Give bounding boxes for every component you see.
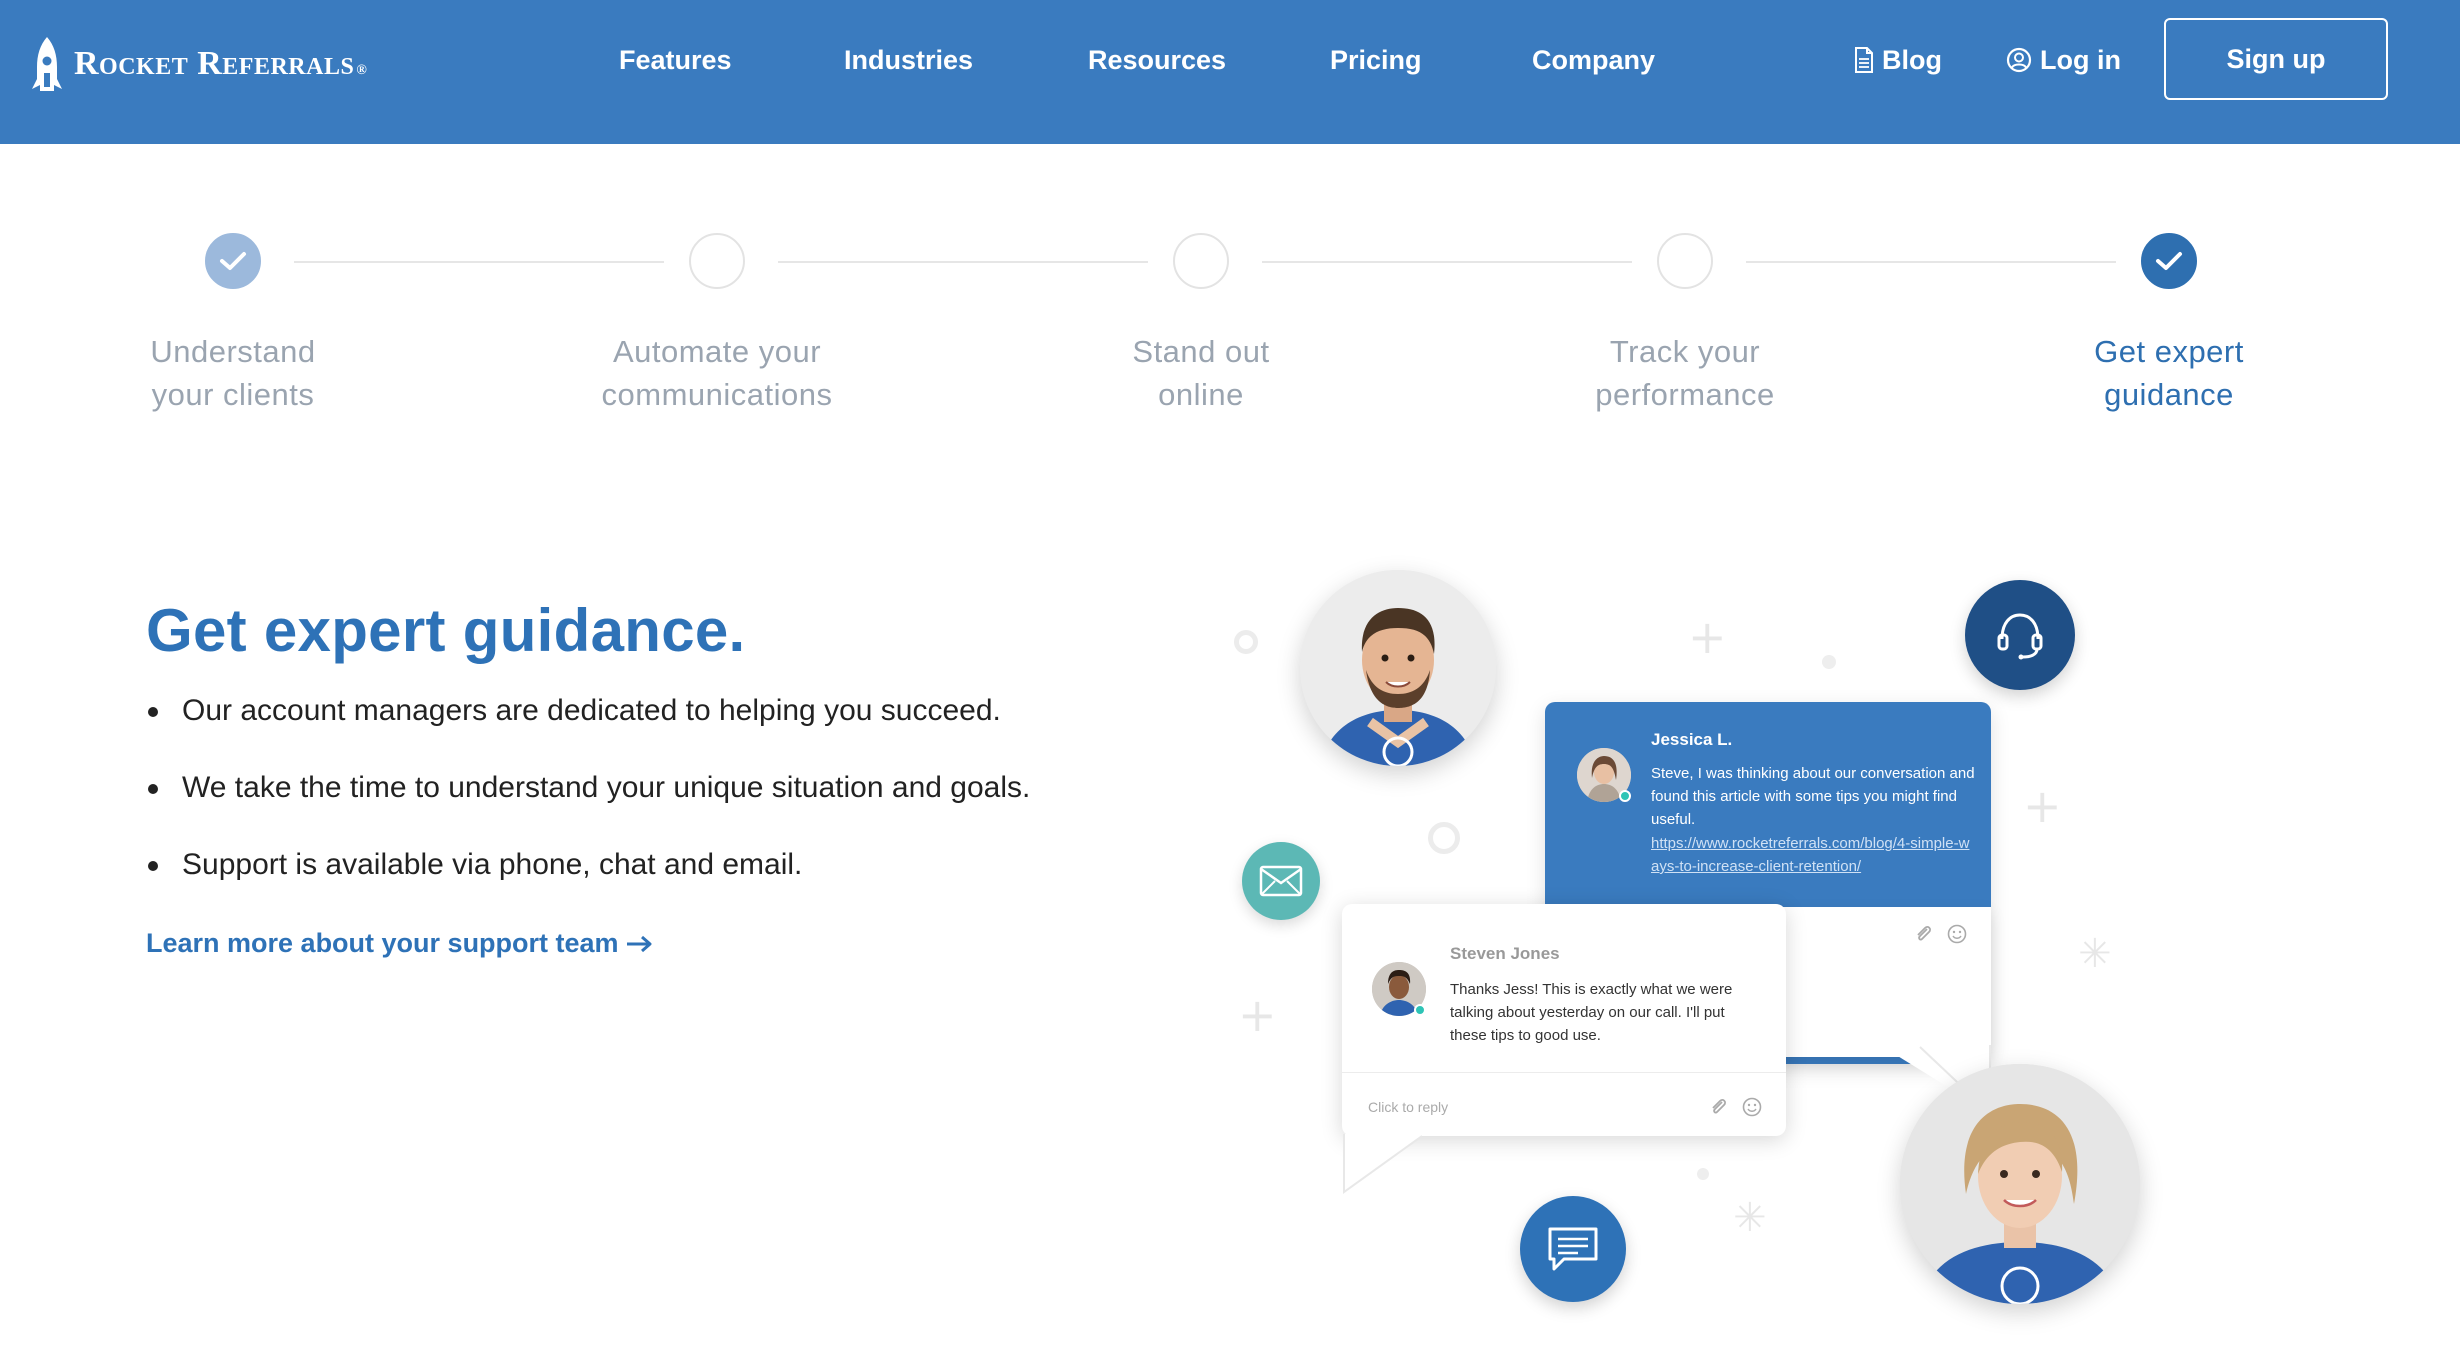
step-3-label-line1: Stand out [1132, 334, 1270, 369]
step-connector [778, 261, 1148, 263]
envelope-glyph [1259, 865, 1303, 897]
emoji-icon[interactable] [1947, 924, 1967, 944]
paperclip-icon[interactable] [1915, 923, 1933, 945]
bullet-item: We take the time to understand your uniq… [146, 767, 1030, 809]
step-4-label[interactable]: Track your performance [1525, 330, 1845, 416]
step-1-label-line2: your clients [151, 377, 315, 412]
message-article-link[interactable]: https://www.rocketreferrals.com/blog/4-s… [1651, 832, 1977, 878]
nav-resources[interactable]: Resources [1088, 40, 1226, 80]
step-5-label[interactable]: Get expert guidance [2009, 330, 2329, 416]
headset-support-icon [1965, 580, 2075, 690]
decorative-ring [1234, 630, 1258, 654]
plus-decoration: + [1688, 610, 1727, 664]
message-body: Steve, I was thinking about our conversa… [1651, 765, 1975, 828]
chat-bubble-icon [1520, 1196, 1626, 1302]
step-3-indicator[interactable] [1173, 233, 1229, 289]
bubble-tail [1343, 1134, 1424, 1194]
registered-mark: ® [356, 63, 368, 78]
reply-actions [1710, 1096, 1762, 1118]
step-2-indicator[interactable] [689, 233, 745, 289]
woman-portrait-large-icon [1900, 1064, 2140, 1304]
account-manager-avatar [1300, 570, 1496, 766]
top-navigation: Rocket Referrals ® Features Industries Re… [0, 0, 2460, 144]
step-1-label-line1: Understand [150, 334, 316, 369]
nav-features[interactable]: Features [619, 40, 732, 80]
nav-blog[interactable]: Blog [1854, 40, 1942, 80]
nav-company[interactable]: Company [1532, 40, 1655, 80]
step-3-label[interactable]: Stand out online [1041, 330, 1361, 416]
learn-more-label: Learn more about your support team [146, 928, 619, 958]
document-icon [1855, 47, 1873, 73]
man-portrait-icon [1300, 570, 1496, 766]
step-5-indicator[interactable] [2141, 233, 2197, 289]
feature-bullet-list: Our account managers are dedicated to he… [146, 690, 1030, 921]
bullet-item: Our account managers are dedicated to he… [146, 690, 1030, 732]
step-5-label-line1: Get expert [2094, 334, 2244, 369]
user-circle-icon [2006, 47, 2032, 73]
step-2-label-line1: Automate your [612, 334, 822, 369]
nav-blog-label: Blog [1882, 45, 1942, 75]
nav-login-label: Log in [2040, 45, 2121, 75]
rocket-logo-icon [32, 37, 62, 91]
step-1-label[interactable]: Understand your clients [73, 330, 393, 416]
step-connector [1746, 261, 2116, 263]
online-status-dot [1414, 1004, 1426, 1016]
message-body: Thanks Jess! This is exactly what we wer… [1450, 981, 1733, 1044]
sparkle-decoration: ✳ [2078, 931, 2112, 977]
section-heading: Get expert guidance. [146, 597, 746, 664]
step-2-label[interactable]: Automate your communications [557, 330, 877, 416]
nav-pricing[interactable]: Pricing [1330, 40, 1422, 80]
step-2-label-line2: communications [601, 377, 833, 412]
step-4-label-line2: performance [1595, 377, 1775, 412]
step-1-indicator[interactable] [205, 233, 261, 289]
step-3-label-line2: online [1158, 377, 1244, 412]
paperclip-icon[interactable] [1710, 1096, 1728, 1118]
signup-button[interactable]: Sign up [2164, 18, 2388, 100]
decorative-ring [1428, 822, 1460, 854]
decorative-dot [1822, 655, 1836, 669]
headset-glyph [1997, 613, 2043, 660]
checkmark-icon [220, 252, 246, 270]
step-4-indicator[interactable] [1657, 233, 1713, 289]
logo[interactable]: Rocket Referrals ® [32, 34, 367, 94]
decorative-dot [1697, 1168, 1709, 1180]
email-icon [1242, 842, 1320, 920]
checkmark-icon [2156, 252, 2182, 270]
nav-login[interactable]: Log in [2006, 40, 2121, 80]
chat-glyph [1548, 1227, 1598, 1271]
support-rep-avatar [1900, 1064, 2140, 1304]
chat-message-reply: Steven Jones Thanks Jess! This is exactl… [1342, 904, 1786, 1136]
online-status-dot [1619, 790, 1631, 802]
logo-wordmark: Rocket Referrals ® [74, 45, 367, 83]
plus-decoration: + [2023, 779, 2062, 833]
plus-decoration: + [1238, 988, 1277, 1042]
sparkle-decoration: ✳ [1733, 1195, 1767, 1241]
emoji-icon[interactable] [1742, 1097, 1762, 1117]
step-4-label-line1: Track your [1609, 334, 1761, 369]
learn-more-link[interactable]: Learn more about your support team [146, 928, 653, 959]
logo-wordmark-text: Rocket Referrals [74, 45, 355, 82]
message-sender-name: Jessica L. [1651, 730, 1733, 749]
support-chat-illustration: + + + ✳ ✳ Jessica L. Steve, I was thinki… [1200, 540, 2400, 1330]
step-5-label-line2: guidance [2104, 377, 2234, 412]
step-connector [294, 261, 664, 263]
nav-industries[interactable]: Industries [844, 40, 973, 80]
arrow-right-icon [626, 935, 652, 952]
divider [1342, 1072, 1786, 1073]
message-actions [1915, 923, 1967, 945]
reply-input[interactable]: Click to reply [1368, 1099, 1448, 1115]
bullet-item: Support is available via phone, chat and… [146, 844, 1030, 886]
step-connector [1262, 261, 1632, 263]
message-sender-name: Steven Jones [1450, 944, 1560, 963]
